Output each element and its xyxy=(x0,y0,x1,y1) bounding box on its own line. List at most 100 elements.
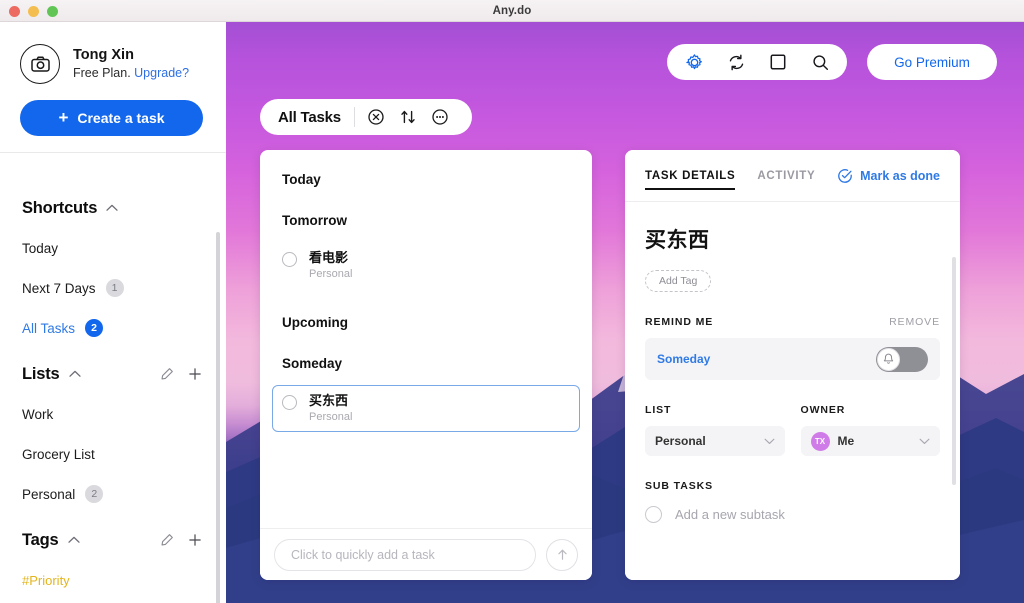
remind-me-remove-button[interactable]: REMOVE xyxy=(889,316,940,328)
details-scrollbar[interactable] xyxy=(952,257,956,485)
sort-icon[interactable] xyxy=(395,104,421,130)
more-options-icon[interactable] xyxy=(427,104,453,130)
sidebar-scrollbar[interactable] xyxy=(216,232,220,603)
create-task-button[interactable]: + Create a task xyxy=(20,100,203,136)
task-checkbox-icon[interactable] xyxy=(282,252,297,267)
camera-icon[interactable] xyxy=(20,44,60,84)
upgrade-link[interactable]: Upgrade? xyxy=(134,66,189,80)
maximize-button[interactable] xyxy=(47,5,58,17)
app-window: Any.do Tong Xin Free Plan. Upgrade? + Cr… xyxy=(0,0,1024,603)
task-group-header: Upcoming xyxy=(282,315,348,330)
section-header-tags: Tags xyxy=(0,529,226,551)
pencil-icon[interactable] xyxy=(160,533,174,547)
create-task-label: Create a task xyxy=(77,110,165,126)
window-titlebar: Any.do xyxy=(0,0,1024,22)
pill-divider xyxy=(353,107,355,127)
avatar: TX xyxy=(810,431,830,451)
sidebar-item-work[interactable]: Work xyxy=(0,403,226,425)
sidebar-item-next-7-days[interactable]: Next 7 Days 1 xyxy=(0,277,226,299)
task-group-header: Today xyxy=(282,172,321,187)
minimize-button[interactable] xyxy=(28,5,39,17)
chevron-up-icon[interactable] xyxy=(67,536,80,544)
sidebar-item-today[interactable]: Today xyxy=(0,237,226,259)
sidebar-item-label: Grocery List xyxy=(22,446,95,462)
square-icon[interactable] xyxy=(762,47,794,77)
mark-as-done-label: Mark as done xyxy=(860,168,940,183)
search-icon[interactable] xyxy=(804,47,836,77)
plus-icon: + xyxy=(58,107,69,127)
details-body: 买东西 Add Tag REMIND ME REMOVE Someday LIS… xyxy=(625,202,960,580)
task-text: 看电影 Personal xyxy=(309,250,352,281)
task-gap xyxy=(282,228,570,242)
remind-me-header: REMIND ME REMOVE xyxy=(645,316,940,328)
pill-actions xyxy=(363,104,453,130)
go-premium-label: Go Premium xyxy=(894,54,970,70)
sidebar-item-all-tasks[interactable]: All Tasks 2 xyxy=(0,317,226,339)
group-gap xyxy=(282,187,570,213)
go-premium-button[interactable]: Go Premium xyxy=(867,44,997,80)
arrow-up-icon[interactable] xyxy=(546,538,578,571)
all-tasks-title: All Tasks xyxy=(278,108,341,126)
chevron-down-icon xyxy=(919,438,930,445)
gear-icon[interactable] xyxy=(678,47,710,77)
remind-me-value[interactable]: Someday xyxy=(657,352,710,366)
subtask-checkbox-icon xyxy=(645,506,662,523)
clear-filter-icon[interactable] xyxy=(363,104,389,130)
sub-tasks-label: SUB TASKS xyxy=(645,480,713,492)
mark-as-done-button[interactable]: Mark as done xyxy=(837,168,940,184)
sidebar-item-personal[interactable]: Personal 2 xyxy=(0,483,226,505)
close-button[interactable] xyxy=(9,5,20,17)
task-row[interactable]: 看电影 Personal xyxy=(272,242,580,289)
task-list-name: Personal xyxy=(309,268,353,280)
chevron-up-icon[interactable] xyxy=(68,370,81,378)
owner-field: OWNER TX Me xyxy=(800,404,940,456)
sidebar-item-label: Work xyxy=(22,406,54,422)
plus-icon[interactable] xyxy=(188,533,202,547)
sidebar-item-priority[interactable]: #Priority xyxy=(0,569,226,591)
chevron-up-icon[interactable] xyxy=(106,204,118,212)
task-list-panel: Today Tomorrow 看电影 Personal Upcoming Someday 买… xyxy=(260,150,592,580)
remind-me-toggle[interactable] xyxy=(876,346,928,372)
task-title: 看电影 xyxy=(309,250,349,265)
group-gap xyxy=(282,289,570,315)
task-list-name: Personal xyxy=(309,411,353,423)
sync-icon[interactable] xyxy=(720,47,752,77)
bell-icon xyxy=(877,347,900,371)
profile-text: Tong Xin Free Plan. Upgrade? xyxy=(73,46,189,82)
tab-task-details[interactable]: TASK DETAILS xyxy=(645,150,736,202)
sidebar-item-badge: 2 xyxy=(85,319,104,337)
task-groups: Today Tomorrow 看电影 Personal Upcoming Someday 买… xyxy=(260,150,592,528)
toolbar-pill xyxy=(667,44,847,80)
list-owner-row: LIST Personal OWNER TX Me xyxy=(645,404,940,456)
list-select[interactable]: Personal xyxy=(645,426,785,456)
add-subtask-row[interactable]: Add a new subtask xyxy=(645,506,940,523)
task-text: 买东西 Personal xyxy=(309,393,352,424)
profile-name: Tong Xin xyxy=(73,47,134,63)
task-gap xyxy=(282,371,570,385)
sidebar-item-badge: 2 xyxy=(85,485,104,503)
task-checkbox-icon[interactable] xyxy=(282,395,297,410)
sub-tasks-header: SUB TASKS xyxy=(645,480,940,492)
sidebar-item-grocery-list[interactable]: Grocery List xyxy=(0,443,226,465)
traffic-lights[interactable] xyxy=(9,0,58,22)
plus-icon[interactable] xyxy=(188,367,202,381)
owner-select[interactable]: TX Me xyxy=(800,426,940,456)
add-tag-button[interactable]: Add Tag xyxy=(645,270,712,292)
tab-activity[interactable]: ACTIVITY xyxy=(757,150,815,202)
detail-task-title[interactable]: 买东西 xyxy=(645,224,940,254)
add-subtask-placeholder: Add a new subtask xyxy=(675,507,785,522)
sidebar-nav[interactable]: Shortcuts Today Next 7 Days 1 All Tasks 2 List… xyxy=(0,175,226,603)
task-row[interactable]: 买东西 Personal xyxy=(272,385,580,432)
remind-me-row: Someday xyxy=(645,338,940,380)
sidebar: Tong Xin Free Plan. Upgrade? + Create a … xyxy=(0,22,226,603)
quick-add-bar xyxy=(260,528,592,580)
section-header-lists: Lists xyxy=(0,363,226,385)
section-title: Shortcuts xyxy=(22,198,98,217)
chevron-down-icon xyxy=(764,438,775,445)
task-details-panel: TASK DETAILS ACTIVITY Mark as done 买东西 A… xyxy=(625,150,960,580)
quick-add-input[interactable] xyxy=(274,538,536,571)
pencil-icon[interactable] xyxy=(160,367,174,381)
profile-block: Tong Xin Free Plan. Upgrade? + Create a … xyxy=(0,22,226,153)
